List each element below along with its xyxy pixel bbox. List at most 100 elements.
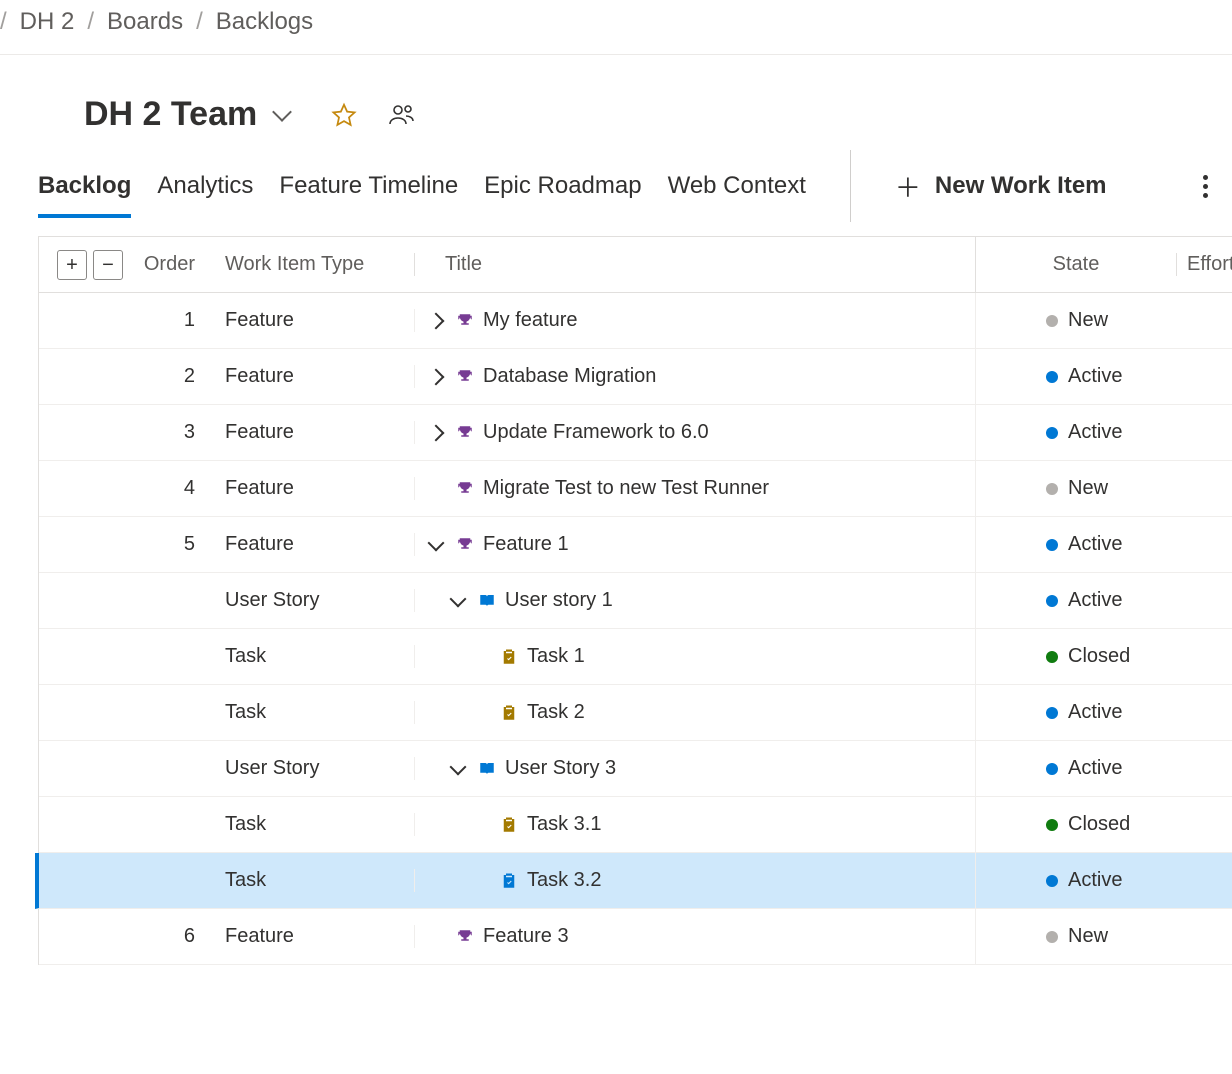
work-item-title[interactable]: Task 1	[527, 645, 585, 668]
table-row[interactable]: TaskTask 2Active	[39, 685, 1232, 741]
chevron-right-icon[interactable]	[425, 315, 447, 327]
table-row[interactable]: Task Task 3.2 Active	[35, 853, 1232, 909]
table-row[interactable]: 1Feature My feature New	[39, 293, 1232, 349]
breadcrumb-link-project[interactable]: DH 2	[20, 8, 75, 36]
cell-title: Task 3.1	[415, 797, 976, 852]
chevron-down-icon[interactable]	[447, 593, 469, 609]
cell-type: Feature	[225, 309, 415, 332]
table-row[interactable]: 2FeatureDatabase MigrationActive	[39, 349, 1232, 405]
clipboard-check-icon	[499, 871, 519, 891]
work-item-title[interactable]: User story 1	[505, 589, 613, 612]
tab-analytics[interactable]: Analytics	[157, 172, 253, 218]
separator	[850, 150, 851, 222]
work-item-title[interactable]: Migrate Test to new Test Runner	[483, 477, 769, 500]
table-row[interactable]: 4FeatureMigrate Test to new Test RunnerN…	[39, 461, 1232, 517]
chevron-down-icon[interactable]	[447, 761, 469, 777]
team-name: DH 2 Team	[84, 95, 257, 134]
cell-order: 5	[135, 533, 225, 556]
tab-web-context[interactable]: Web Context	[668, 172, 806, 218]
state-label: Active	[1068, 589, 1122, 612]
work-item-title[interactable]: Feature 1	[483, 533, 569, 556]
col-header-state[interactable]: State	[976, 253, 1176, 276]
cell-title: Feature 1	[415, 517, 976, 572]
col-header-order[interactable]: Order	[135, 253, 225, 276]
work-item-title[interactable]: Task 2	[527, 701, 585, 724]
col-header-effort[interactable]: Effort	[1176, 253, 1232, 276]
breadcrumb-current: Backlogs	[216, 8, 313, 36]
table-row[interactable]: Task Task 1 Closed	[39, 629, 1232, 685]
cell-title: User Story 3	[415, 741, 976, 796]
cell-title: Task 1	[415, 629, 976, 684]
cell-order: 3	[135, 421, 225, 444]
cell-type: User Story	[225, 589, 415, 612]
trophy-icon	[455, 479, 475, 499]
work-item-title[interactable]: Task 3.1	[527, 813, 601, 836]
new-work-item-label: New Work Item	[935, 172, 1107, 200]
chevron-right-icon[interactable]	[425, 427, 447, 439]
cell-order: 1	[135, 309, 225, 332]
backlog-grid: + − Order Work Item Type Title State Eff…	[38, 236, 1232, 965]
people-icon[interactable]	[389, 103, 415, 127]
grid-header: + − Order Work Item Type Title State Eff…	[39, 237, 1232, 293]
col-header-type[interactable]: Work Item Type	[225, 253, 415, 276]
table-row[interactable]: 6FeatureFeature 3New	[39, 909, 1232, 965]
cell-type: Feature	[225, 421, 415, 444]
state-label: Closed	[1068, 645, 1130, 668]
state-dot-icon	[1046, 707, 1058, 719]
favorite-star-icon[interactable]	[331, 102, 357, 128]
book-icon	[477, 591, 497, 611]
table-row[interactable]: 3FeatureUpdate Framework to 6.0Active	[39, 405, 1232, 461]
cell-state: Active	[976, 589, 1176, 612]
work-item-title[interactable]: My feature	[483, 309, 577, 332]
state-dot-icon	[1046, 371, 1058, 383]
work-item-title[interactable]: Update Framework to 6.0	[483, 421, 709, 444]
table-row[interactable]: 5FeatureFeature 1Active	[39, 517, 1232, 573]
title-row: DH 2 Team	[0, 55, 1232, 134]
breadcrumb-sep: /	[196, 8, 203, 36]
table-row[interactable]: User StoryUser Story 3Active	[39, 741, 1232, 797]
state-label: New	[1068, 309, 1108, 332]
work-item-title[interactable]: Task 3.2	[527, 869, 601, 892]
clipboard-check-icon	[499, 815, 519, 835]
table-row[interactable]: Task Task 3.1 Closed	[39, 797, 1232, 853]
tab-feature-timeline[interactable]: Feature Timeline	[279, 172, 458, 218]
work-item-title[interactable]: User Story 3	[505, 757, 616, 780]
cell-type: Feature	[225, 365, 415, 388]
state-dot-icon	[1046, 315, 1058, 327]
table-row[interactable]: User Story User story 1 Active	[39, 573, 1232, 629]
breadcrumb: / DH 2 / Boards / Backlogs	[0, 0, 1232, 55]
chevron-down-icon[interactable]	[425, 537, 447, 553]
menu-icon[interactable]	[42, 101, 70, 129]
cell-state: Closed	[976, 813, 1176, 836]
state-label: Closed	[1068, 813, 1130, 836]
cell-order: 4	[135, 477, 225, 500]
cell-title: Migrate Test to new Test Runner	[415, 461, 976, 516]
cell-type: Task	[225, 869, 415, 892]
breadcrumb-link-boards[interactable]: Boards	[107, 8, 183, 36]
cell-state: Active	[976, 869, 1176, 892]
collapse-all-button[interactable]: −	[93, 250, 123, 280]
state-label: New	[1068, 925, 1108, 948]
new-work-item-button[interactable]: ＋ New Work Item	[895, 168, 1107, 205]
cell-type: Task	[225, 645, 415, 668]
state-dot-icon	[1046, 819, 1058, 831]
cell-order: 6	[135, 925, 225, 948]
col-header-title[interactable]: Title	[415, 237, 976, 292]
cell-state: New	[976, 309, 1176, 332]
state-label: Active	[1068, 365, 1122, 388]
cell-state: Active	[976, 533, 1176, 556]
cell-state: Closed	[976, 645, 1176, 668]
work-item-title[interactable]: Feature 3	[483, 925, 569, 948]
more-actions-icon[interactable]	[1203, 175, 1208, 198]
tab-backlog[interactable]: Backlog	[38, 172, 131, 218]
team-picker-chevron-icon[interactable]	[272, 102, 292, 122]
cell-type: Task	[225, 813, 415, 836]
tab-epic-roadmap[interactable]: Epic Roadmap	[484, 172, 641, 218]
expand-all-button[interactable]: +	[57, 250, 87, 280]
state-dot-icon	[1046, 539, 1058, 551]
chevron-right-icon[interactable]	[425, 371, 447, 383]
work-item-title[interactable]: Database Migration	[483, 365, 656, 388]
cell-type: Feature	[225, 477, 415, 500]
cell-state: Active	[976, 701, 1176, 724]
book-icon	[477, 759, 497, 779]
